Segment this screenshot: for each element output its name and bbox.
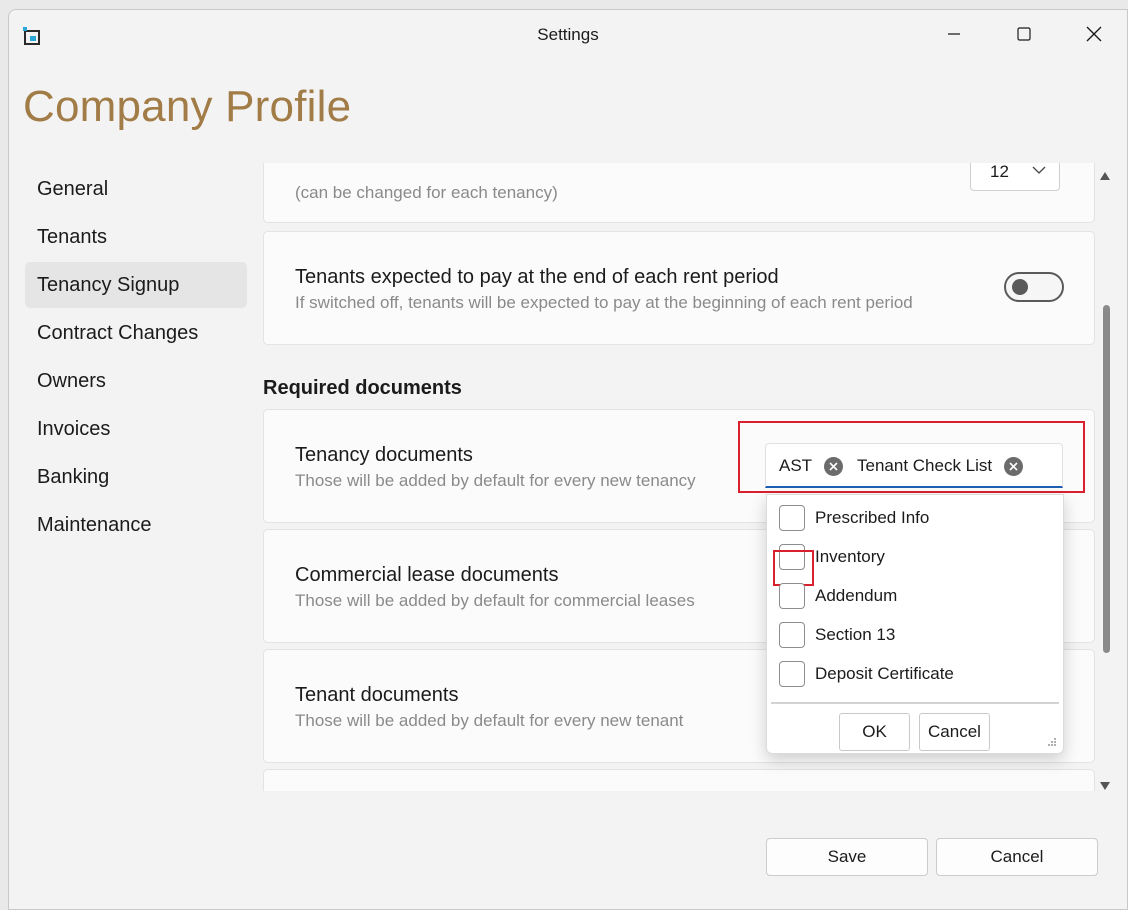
option-label: Inventory [815, 547, 885, 566]
checkbox[interactable] [779, 505, 805, 531]
content-scrollbar[interactable] [1099, 163, 1113, 803]
popup-cancel-button[interactable]: Cancel [919, 713, 990, 751]
tag-label: AST [779, 456, 813, 475]
sidebar-nav: General Tenants Tenancy Signup Contract … [25, 166, 247, 550]
maximize-button[interactable] [1001, 10, 1047, 58]
tag-chip: Tenant Check List [857, 456, 1024, 476]
option-label: Prescribed Info [815, 508, 930, 527]
remove-tag-icon[interactable] [824, 456, 844, 476]
popup-divider [771, 702, 1059, 704]
close-button[interactable] [1071, 10, 1117, 58]
tag-chip: AST [779, 456, 844, 476]
minimize-icon [948, 33, 960, 35]
tenancy-length-subtitle: (can be changed for each tenancy) [295, 183, 558, 202]
sidebar-item-banking[interactable]: Banking [25, 454, 247, 500]
sidebar-item-general[interactable]: General [25, 166, 247, 212]
close-icon [1086, 26, 1102, 42]
toggle-knob [1012, 279, 1028, 295]
tenancy-documents-multiselect[interactable]: AST Tenant Check List [765, 443, 1063, 488]
cancel-button[interactable]: Cancel [936, 838, 1098, 876]
tenancy-length-select[interactable]: 12 [970, 163, 1060, 191]
tag-label: Tenant Check List [857, 456, 993, 475]
save-button[interactable]: Save [766, 838, 928, 876]
sidebar-item-invoices[interactable]: Invoices [25, 406, 247, 452]
popup-ok-button[interactable]: OK [839, 713, 910, 751]
scroll-up-icon[interactable] [1099, 171, 1111, 181]
next-setting-card [263, 769, 1095, 791]
option-label: Deposit Certificate [815, 664, 954, 683]
tenancy-documents-subtitle: Those will be added by default for every… [295, 471, 696, 490]
chevron-down-icon [1032, 166, 1046, 174]
pay-end-of-period-card: Tenants expected to pay at the end of ea… [263, 231, 1095, 345]
tenancy-length-card: (can be changed for each tenancy) 12 [263, 163, 1095, 223]
title-bar: Settings [9, 10, 1127, 60]
commercial-lease-documents-title: Commercial lease documents [295, 564, 559, 586]
option-label: Section 13 [815, 625, 896, 644]
checkbox[interactable] [779, 661, 805, 687]
scrollbar-thumb[interactable] [1103, 305, 1110, 653]
pay-end-of-period-toggle[interactable] [1004, 272, 1064, 302]
remove-tag-icon[interactable] [1004, 456, 1024, 476]
option-deposit-certificate[interactable]: Deposit Certificate [779, 659, 954, 689]
checkbox[interactable] [779, 583, 805, 609]
sidebar-item-maintenance[interactable]: Maintenance [25, 502, 247, 548]
tenancy-length-value: 12 [990, 163, 1009, 181]
required-documents-heading: Required documents [263, 377, 462, 399]
pay-end-of-period-title: Tenants expected to pay at the end of ea… [295, 266, 779, 288]
option-prescribed-info[interactable]: Prescribed Info [779, 503, 929, 533]
sidebar-item-tenancy-signup[interactable]: Tenancy Signup [25, 262, 247, 308]
checkbox[interactable] [779, 622, 805, 648]
option-addendum[interactable]: Addendum [779, 581, 897, 611]
settings-window: Settings Company Profile General Tenants… [8, 9, 1128, 910]
resize-grip-icon[interactable] [1047, 737, 1057, 747]
sidebar-item-owners[interactable]: Owners [25, 358, 247, 404]
tenant-documents-subtitle: Those will be added by default for every… [295, 711, 684, 730]
minimize-button[interactable] [931, 10, 977, 58]
sidebar-item-tenants[interactable]: Tenants [25, 214, 247, 260]
maximize-icon [1017, 27, 1031, 41]
sidebar-item-contract-changes[interactable]: Contract Changes [25, 310, 247, 356]
scroll-down-icon[interactable] [1099, 781, 1111, 791]
option-label: Addendum [815, 586, 898, 605]
pay-end-of-period-subtitle: If switched off, tenants will be expecte… [295, 293, 913, 312]
tenancy-documents-title: Tenancy documents [295, 444, 473, 466]
tenant-documents-title: Tenant documents [295, 684, 459, 706]
commercial-lease-documents-subtitle: Those will be added by default for comme… [295, 591, 695, 610]
documents-dropdown-popup: Prescribed Info Inventory Addendum Secti… [766, 494, 1064, 754]
option-section-13[interactable]: Section 13 [779, 620, 895, 650]
page-title: Company Profile [23, 82, 352, 131]
